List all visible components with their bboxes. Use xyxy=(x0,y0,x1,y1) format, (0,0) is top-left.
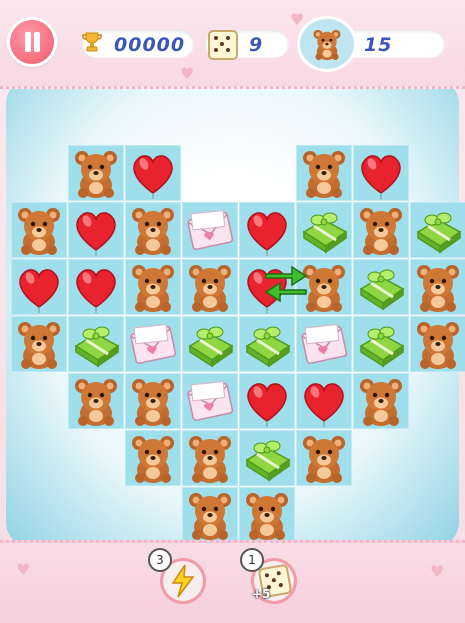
board-cell[interactable] xyxy=(68,145,124,201)
board-cell[interactable] xyxy=(296,430,352,486)
bear-piece-icon xyxy=(75,151,117,198)
gift-piece-icon xyxy=(74,325,120,368)
heart-piece-icon xyxy=(304,383,344,428)
bear-piece-icon xyxy=(360,208,402,255)
board-cell[interactable] xyxy=(239,316,295,372)
bear-piece-icon xyxy=(246,493,288,540)
board-cell[interactable] xyxy=(239,202,295,258)
board-cell[interactable] xyxy=(182,259,238,315)
board-cell[interactable] xyxy=(182,316,238,372)
board-cell[interactable] xyxy=(353,316,409,372)
bear-piece-icon xyxy=(303,436,345,483)
gift-piece-icon xyxy=(245,439,291,482)
gift-piece-icon xyxy=(416,211,462,254)
board-cell[interactable] xyxy=(410,259,465,315)
letter-piece-icon xyxy=(299,319,348,365)
board-cell[interactable] xyxy=(182,373,238,429)
board-cell[interactable] xyxy=(239,373,295,429)
board-cell[interactable] xyxy=(125,202,181,258)
trophy-icon xyxy=(82,32,102,52)
bear-icon xyxy=(313,29,341,61)
board-cell[interactable] xyxy=(239,487,295,543)
bear-piece-icon xyxy=(417,265,459,312)
decor-heart: ♥ xyxy=(430,562,445,581)
pause-icon-bar xyxy=(34,32,40,52)
pause-icon xyxy=(25,32,31,52)
board-cell[interactable] xyxy=(125,316,181,372)
bear-piece-icon xyxy=(189,436,231,483)
board-cell[interactable] xyxy=(296,202,352,258)
board-cell[interactable] xyxy=(353,202,409,258)
board-cell[interactable] xyxy=(68,373,124,429)
letter-piece-icon xyxy=(185,205,234,251)
bear-piece-icon xyxy=(132,265,174,312)
gift-piece-icon xyxy=(245,325,291,368)
bear-piece-icon xyxy=(417,322,459,369)
board-cell[interactable] xyxy=(182,487,238,543)
board-cell[interactable] xyxy=(296,316,352,372)
bear-piece-icon xyxy=(18,208,60,255)
heart-piece-icon xyxy=(76,269,116,314)
board-cell[interactable] xyxy=(353,259,409,315)
bear-piece-icon xyxy=(189,493,231,540)
board-cell[interactable] xyxy=(125,259,181,315)
board-cell[interactable] xyxy=(410,202,465,258)
decor-heart: ♥ xyxy=(180,64,195,83)
heart-piece-icon xyxy=(133,155,173,200)
board-cell[interactable] xyxy=(182,202,238,258)
board-cell[interactable] xyxy=(11,316,67,372)
board-cell[interactable] xyxy=(68,316,124,372)
heart-piece-icon xyxy=(76,212,116,257)
score-value: 00000 xyxy=(114,34,186,56)
bear-target-value: 15 xyxy=(364,34,393,56)
lightning-count-badge: 3 xyxy=(148,548,172,572)
pause-button[interactable] xyxy=(10,20,54,64)
bear-piece-icon xyxy=(75,379,117,426)
swap-hint-arrows-icon xyxy=(264,265,308,302)
heart-piece-icon xyxy=(361,155,401,200)
board-cell[interactable] xyxy=(11,202,67,258)
board-cell[interactable] xyxy=(182,430,238,486)
bottom-bar xyxy=(0,540,465,623)
gift-piece-icon xyxy=(188,325,234,368)
dice-count-badge: 1 xyxy=(240,548,264,572)
letter-piece-icon xyxy=(185,376,234,422)
bear-piece-icon xyxy=(303,151,345,198)
moves-value: 9 xyxy=(249,34,264,56)
board-cell[interactable] xyxy=(353,145,409,201)
board-cell[interactable] xyxy=(353,373,409,429)
letter-piece-icon xyxy=(128,319,177,365)
decor-heart: ♥ xyxy=(16,560,31,579)
board-cell[interactable] xyxy=(11,259,67,315)
gift-piece-icon xyxy=(359,325,405,368)
bear-piece-icon xyxy=(132,208,174,255)
gift-piece-icon xyxy=(302,211,348,254)
decor-heart: ♥ xyxy=(290,10,305,29)
board-cell[interactable] xyxy=(125,430,181,486)
board-cell[interactable] xyxy=(125,145,181,201)
bear-piece-icon xyxy=(189,265,231,312)
heart-piece-icon xyxy=(247,383,287,428)
board-cell[interactable] xyxy=(68,259,124,315)
board-cell[interactable] xyxy=(296,145,352,201)
bear-target-badge xyxy=(300,19,354,69)
board-cell[interactable] xyxy=(125,373,181,429)
dice-plus-label: +5 xyxy=(252,587,271,601)
board-cell[interactable] xyxy=(410,316,465,372)
board-cell[interactable] xyxy=(296,373,352,429)
bear-piece-icon xyxy=(360,379,402,426)
bear-piece-icon xyxy=(132,436,174,483)
heart-piece-icon xyxy=(247,212,287,257)
heart-piece-icon xyxy=(19,269,59,314)
bear-piece-icon xyxy=(132,379,174,426)
dice-icon xyxy=(208,30,238,60)
gift-piece-icon xyxy=(359,268,405,311)
board-cell[interactable] xyxy=(68,202,124,258)
bear-piece-icon xyxy=(18,322,60,369)
board-cell[interactable] xyxy=(239,430,295,486)
